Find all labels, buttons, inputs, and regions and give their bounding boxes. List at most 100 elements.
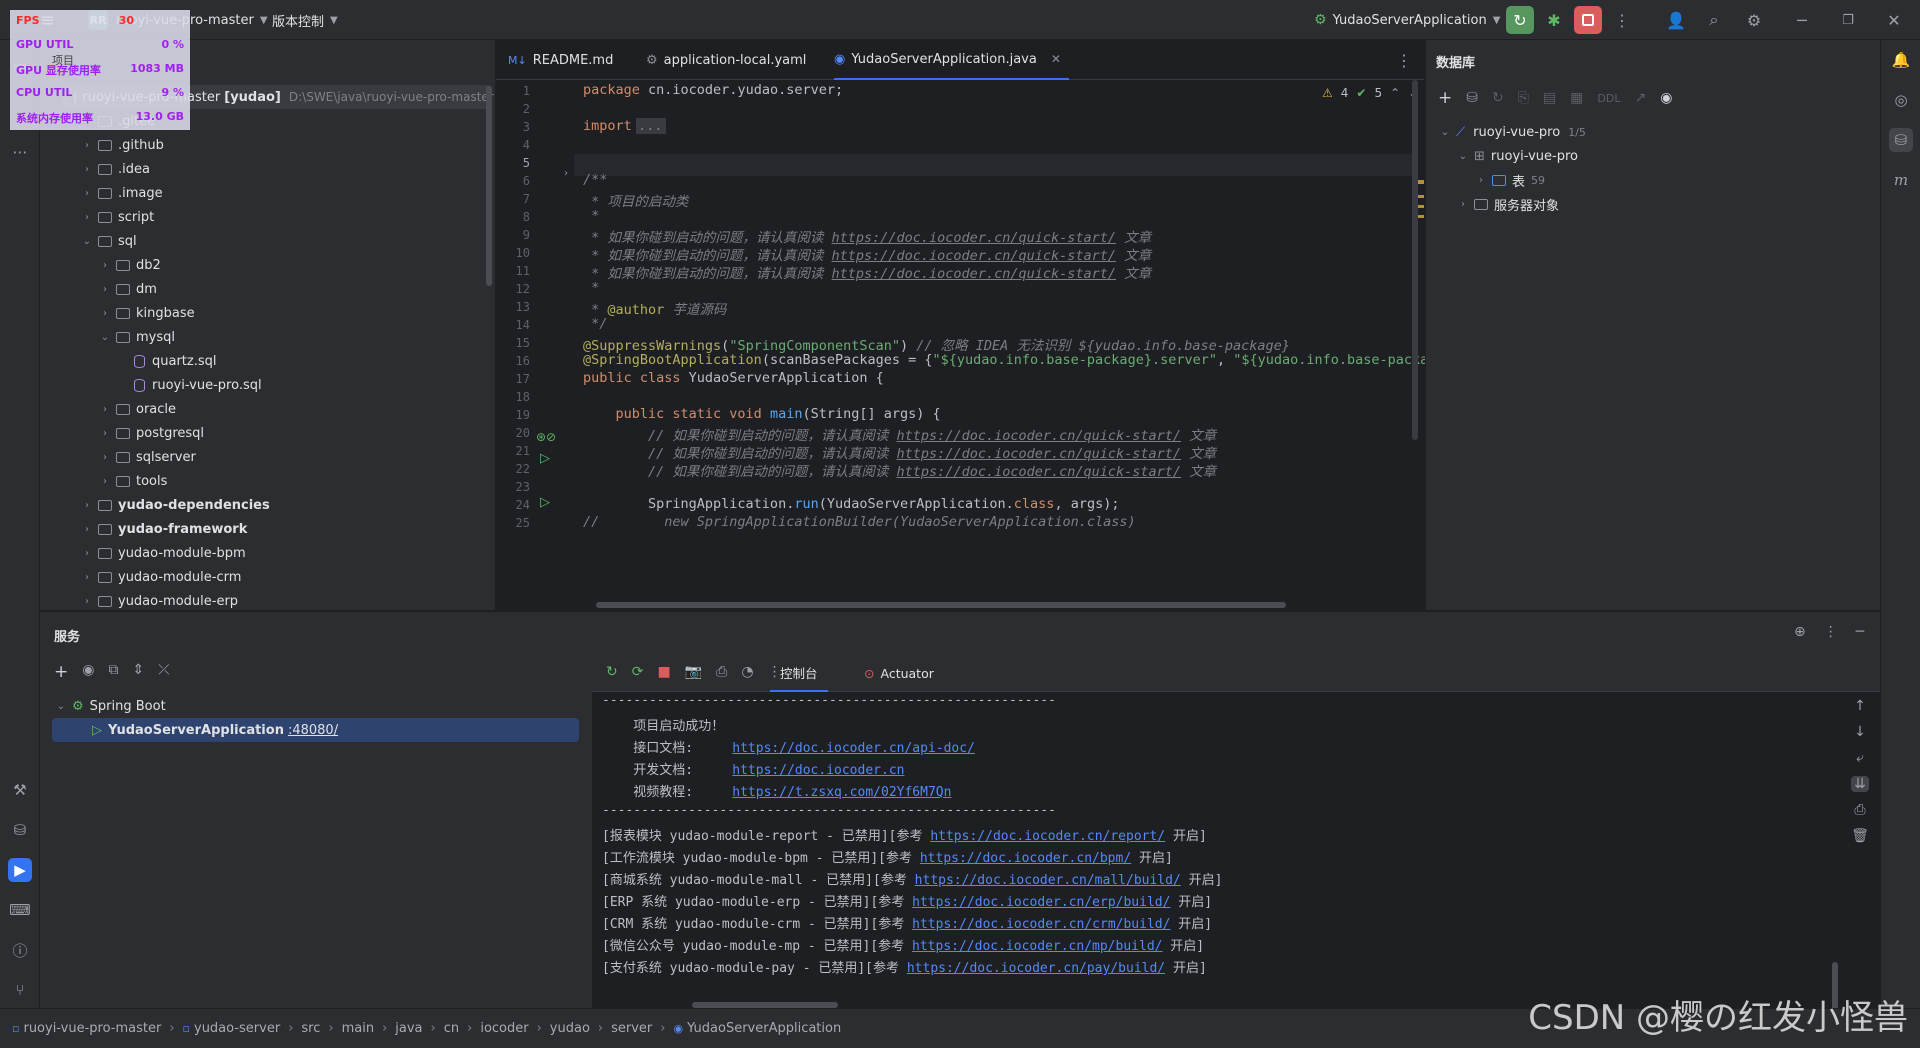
tab-actuator[interactable]: ⊙ Actuator xyxy=(864,654,934,692)
debug-button[interactable]: ✱ xyxy=(1540,6,1568,34)
new-tab-icon[interactable]: ⧉ xyxy=(108,662,118,682)
code-link[interactable]: https://doc.iocoder.cn/quick-start/ xyxy=(897,464,1181,480)
code-line[interactable]: // new SpringApplicationBuilder(YudaoSer… xyxy=(583,514,1136,530)
notifications-bell-icon[interactable]: 🔔 xyxy=(1889,48,1913,72)
spring-boot-group[interactable]: ⌄ ⚙ Spring Boot xyxy=(54,694,166,718)
breadcrumb-item[interactable]: cn xyxy=(444,1021,459,1036)
chevron-right-icon[interactable]: › xyxy=(80,140,94,151)
chevron-right-icon[interactable]: › xyxy=(80,164,94,175)
project-tree-item[interactable]: › script xyxy=(80,205,154,229)
console-link[interactable]: https://doc.iocoder.cn/erp/build/ xyxy=(912,895,1170,910)
project-tree-item[interactable]: › yudao-module-erp xyxy=(80,589,238,613)
console-link[interactable]: https://doc.iocoder.cn/bpm/ xyxy=(920,851,1131,866)
tab-application-local-yaml[interactable]: ⚙ application-local.yaml xyxy=(646,40,806,80)
code-link[interactable]: https://doc.iocoder.cn/quick-start/ xyxy=(832,266,1116,282)
ddl-button[interactable]: DDL xyxy=(1597,92,1620,105)
services-tool-icon[interactable]: ▶ xyxy=(8,858,32,882)
code-line[interactable]: * 如果你碰到启动的问题，请认真阅读 https://doc.iocoder.c… xyxy=(583,244,1151,264)
console-link[interactable]: https://doc.iocoder.cn/mall/build/ xyxy=(915,873,1181,888)
rerun-button[interactable]: ↻ xyxy=(1506,6,1534,34)
inspection-widget[interactable]: ⚠4 ✔5 ⌃ ⌄ xyxy=(1322,86,1418,100)
console-link[interactable]: https://t.zsxq.com/02Yf6M7Qn xyxy=(732,785,951,800)
print-icon[interactable]: ⎙ xyxy=(1854,802,1865,818)
code-line[interactable]: @SuppressWarnings("SpringComponentScan")… xyxy=(583,334,1290,354)
chevron-right-icon[interactable]: › xyxy=(98,428,112,439)
code-line[interactable]: import... xyxy=(583,118,667,134)
stop-icon[interactable]: ■ xyxy=(657,664,670,680)
table-icon[interactable]: ▤ xyxy=(1543,90,1556,106)
project-tree-item[interactable]: › postgresql xyxy=(98,421,204,445)
dump-threads-icon[interactable]: ⎙ xyxy=(716,664,727,680)
editor-hscrollbar[interactable] xyxy=(596,602,1286,608)
project-tree-item[interactable]: › tools xyxy=(98,469,167,493)
more-tools-icon[interactable]: ⋯ xyxy=(8,140,32,164)
minimize-button[interactable]: ─ xyxy=(1788,6,1816,34)
breadcrumb-item[interactable]: ruoyi-vue-pro-master xyxy=(23,1021,161,1036)
code-line[interactable]: */ xyxy=(583,316,607,332)
eye-icon[interactable]: ◉ xyxy=(82,662,94,682)
add-icon[interactable]: + xyxy=(1438,88,1452,108)
db-tree-tables[interactable]: › 表 59 xyxy=(1474,168,1545,192)
add-user-icon[interactable]: 👤 xyxy=(1662,6,1690,34)
fold-chevron-icon[interactable]: › xyxy=(564,168,568,179)
breadcrumb-item[interactable]: main xyxy=(342,1021,374,1036)
code-line[interactable]: * 如果你碰到启动的问题，请认真阅读 https://doc.iocoder.c… xyxy=(583,226,1151,246)
more-actions-icon[interactable]: ⋮ xyxy=(1608,6,1636,34)
breadcrumb-item[interactable]: server xyxy=(611,1021,652,1036)
arrow-up-icon[interactable]: ↑ xyxy=(1854,698,1866,714)
code-line[interactable]: /** xyxy=(583,172,607,188)
project-tree-item[interactable]: › kingbase xyxy=(98,301,195,325)
project-tree-item[interactable]: › dm xyxy=(98,277,157,301)
chevron-right-icon[interactable]: › xyxy=(98,452,112,463)
problems-icon[interactable]: ⓘ xyxy=(8,938,32,962)
camera-icon[interactable]: 📷 xyxy=(685,664,702,680)
git-icon[interactable]: ⑂ xyxy=(8,978,32,1002)
code-line[interactable]: * xyxy=(583,280,599,296)
code-line[interactable]: // 如果你碰到启动的问题，请认真阅读 https://doc.iocoder.… xyxy=(583,424,1216,444)
project-tree-item[interactable]: › sqlserver xyxy=(98,445,196,469)
ai-assistant-icon[interactable]: ◎ xyxy=(1889,88,1913,112)
view-options-eye-icon[interactable]: ◉ xyxy=(1660,90,1672,106)
clear-trash-icon[interactable]: 🗑 xyxy=(1851,828,1869,844)
service-port-link[interactable]: :48080/ xyxy=(288,723,338,738)
project-tree-item[interactable]: › .idea xyxy=(80,157,150,181)
expand-all-icon[interactable]: ⇕ xyxy=(132,662,144,682)
collapse-all-icon[interactable]: ⤫ xyxy=(158,662,169,682)
code-line[interactable]: * 如果你碰到启动的问题，请认真阅读 https://doc.iocoder.c… xyxy=(583,262,1151,282)
project-tree-item[interactable]: ⌄ sql xyxy=(80,229,137,253)
vcs-menu[interactable]: 版本控制 ▼ xyxy=(272,0,338,40)
chevron-right-icon[interactable]: › xyxy=(80,500,94,511)
db-tree-schema[interactable]: ⌄ ⊞ ruoyi-vue-pro xyxy=(1456,144,1578,168)
chevron-down-icon[interactable]: ⌄ xyxy=(98,332,112,343)
code-line[interactable]: * 项目的启动类 xyxy=(583,190,688,210)
console-link[interactable]: https://doc.iocoder.cn xyxy=(732,763,904,778)
project-tree-item[interactable]: › yudao-module-crm xyxy=(80,565,241,589)
close-button[interactable]: ✕ xyxy=(1880,6,1908,34)
code-line[interactable]: // 如果你碰到启动的问题，请认真阅读 https://doc.iocoder.… xyxy=(583,460,1216,480)
project-tree-item[interactable]: › .image xyxy=(80,181,163,205)
breadcrumb-item[interactable]: src xyxy=(301,1021,320,1036)
console-link[interactable]: https://doc.iocoder.cn/report/ xyxy=(930,829,1165,844)
db-tree-datasource[interactable]: ⌄ ⟋ ruoyi-vue-pro 1/5 xyxy=(1438,120,1586,144)
code-line[interactable]: public class YudaoServerApplication { xyxy=(583,370,884,386)
rerun-icon[interactable]: ↻ xyxy=(606,664,618,680)
chevron-right-icon[interactable]: › xyxy=(98,308,112,319)
chevron-right-icon[interactable]: › xyxy=(98,404,112,415)
chevron-down-icon[interactable]: ⌄ xyxy=(80,236,94,247)
hide-panel-icon[interactable]: ─ xyxy=(1856,624,1864,640)
project-tree-item[interactable]: quartz.sql xyxy=(116,349,217,373)
chevron-right-icon[interactable]: › xyxy=(80,188,94,199)
code-line[interactable]: * @author 芋道源码 xyxy=(583,298,726,318)
scroll-to-end-icon[interactable]: ⇊ xyxy=(1851,776,1869,792)
datasource-properties-icon[interactable]: ⛁ xyxy=(1466,90,1478,106)
editor-options-icon[interactable]: ⋮ xyxy=(1396,40,1412,80)
db-tree-server-objects[interactable]: › 服务器对象 xyxy=(1456,192,1559,216)
service-yudao-server-application[interactable]: ▷ YudaoServerApplication :48080/ xyxy=(52,718,579,742)
code-line[interactable]: package cn.iocoder.yudao.server; xyxy=(583,82,843,98)
add-service-icon[interactable]: + xyxy=(54,662,68,682)
project-tree-item[interactable]: ruoyi-vue-pro.sql xyxy=(116,373,262,397)
chevron-right-icon[interactable]: › xyxy=(80,572,94,583)
maven-icon[interactable]: m xyxy=(1889,168,1913,192)
stop-button[interactable] xyxy=(1574,6,1602,34)
bean-icon[interactable]: ⊛⊘ xyxy=(536,430,556,444)
